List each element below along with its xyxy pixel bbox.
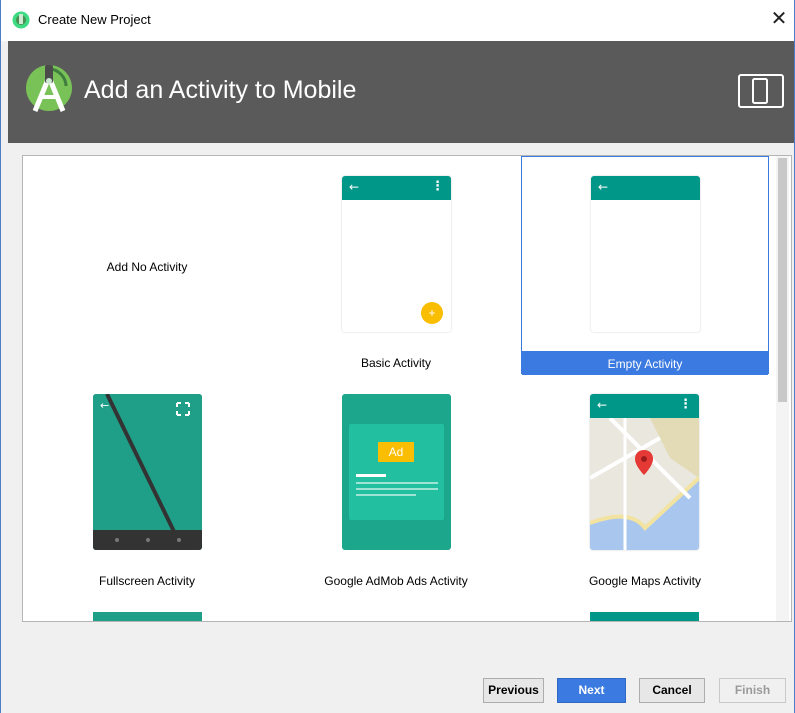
ad-card: [349, 424, 444, 520]
activity-label: Basic Activity: [360, 356, 432, 370]
activity-tile-add-no-activity[interactable]: Add No Activity: [23, 156, 271, 374]
phone-tablet-icon: [738, 74, 784, 108]
finish-button: Finish: [719, 678, 786, 703]
activity-tile-fullscreen[interactable]: ← Fullscreen Activity: [23, 374, 271, 592]
ad-badge: Ad: [378, 442, 414, 462]
maps-activity-preview: ← ⋮: [590, 394, 699, 550]
back-arrow-icon: ←: [349, 180, 360, 194]
activity-tile-basic[interactable]: ← ⋮ + Basic Activity: [272, 156, 520, 374]
back-arrow-icon: ←: [597, 398, 608, 412]
next-button[interactable]: Next: [557, 678, 626, 703]
ad-text-line: [356, 488, 438, 490]
empty-activity-preview: ←: [591, 176, 700, 332]
cancel-button[interactable]: Cancel: [639, 678, 705, 703]
activity-label: Google AdMob Ads Activity: [324, 574, 468, 588]
close-button[interactable]: ✕: [767, 7, 791, 31]
page-title: Add an Activity to Mobile: [84, 76, 357, 104]
map-view: [590, 418, 699, 550]
activity-label: Fullscreen Activity: [98, 574, 196, 588]
app-bar: ← ⋮: [342, 176, 451, 200]
android-studio-icon: [12, 11, 30, 29]
app-bar: ←: [591, 176, 700, 200]
fab-plus-icon: +: [421, 302, 443, 324]
ad-text-line: [356, 482, 438, 484]
create-project-dialog: Create New Project ✕ Add an Activity to …: [0, 0, 795, 713]
activity-label: Add No Activity: [106, 260, 188, 274]
title-bar: Create New Project ✕: [0, 0, 795, 41]
scrollbar-thumb[interactable]: [778, 158, 787, 402]
activity-tile-empty[interactable]: ← Empty Activity: [521, 156, 769, 375]
gallery-scrollbar[interactable]: [776, 156, 789, 621]
svg-text:←: ←: [100, 399, 109, 412]
overflow-menu-icon: ⋮: [679, 397, 692, 412]
activity-label: Empty Activity: [607, 357, 683, 371]
android-studio-logo-icon: [26, 65, 72, 112]
overflow-menu-icon: ⋮: [431, 179, 444, 194]
back-arrow-icon: ←: [598, 180, 609, 194]
previous-button[interactable]: Previous: [483, 678, 544, 703]
activity-gallery: Add No Activity ← ⋮ + Basic Activity ← E…: [22, 155, 792, 622]
ad-text-line: [356, 474, 386, 477]
admob-activity-preview: Ad: [342, 394, 451, 550]
window-title: Create New Project: [38, 12, 151, 27]
fullscreen-activity-preview: ←: [93, 394, 202, 550]
ad-text-line: [356, 494, 416, 496]
wizard-header: Add an Activity to Mobile: [8, 41, 795, 143]
basic-activity-preview: ← ⋮ +: [342, 176, 451, 332]
activity-label: Google Maps Activity: [588, 574, 702, 588]
app-bar: ← ⋮: [590, 394, 699, 418]
next-row-preview: [590, 612, 699, 621]
next-row-preview: [93, 612, 202, 621]
activity-tile-maps[interactable]: ← ⋮ Google Maps Activity: [521, 374, 769, 592]
activity-tile-admob[interactable]: Ad Google AdMob Ads Activity: [272, 374, 520, 592]
